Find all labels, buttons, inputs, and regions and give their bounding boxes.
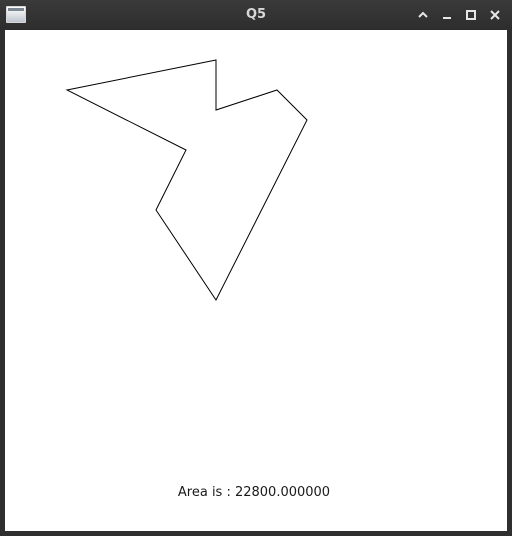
- close-icon[interactable]: [484, 4, 506, 26]
- area-readout: Area is : 22800.000000: [177, 485, 331, 500]
- chevron-up-icon[interactable]: [412, 4, 434, 26]
- window-controls: [412, 4, 506, 26]
- maximize-icon[interactable]: [460, 4, 482, 26]
- polygon-shape: [65, 59, 308, 301]
- minimize-icon[interactable]: [436, 4, 458, 26]
- title-bar[interactable]: Q5: [0, 0, 512, 30]
- application-window: Q5 Area is : 22800.000000: [0, 0, 512, 536]
- drawing-canvas: Area is : 22800.000000: [5, 30, 507, 531]
- polygon-canvas-svg: [65, 59, 308, 301]
